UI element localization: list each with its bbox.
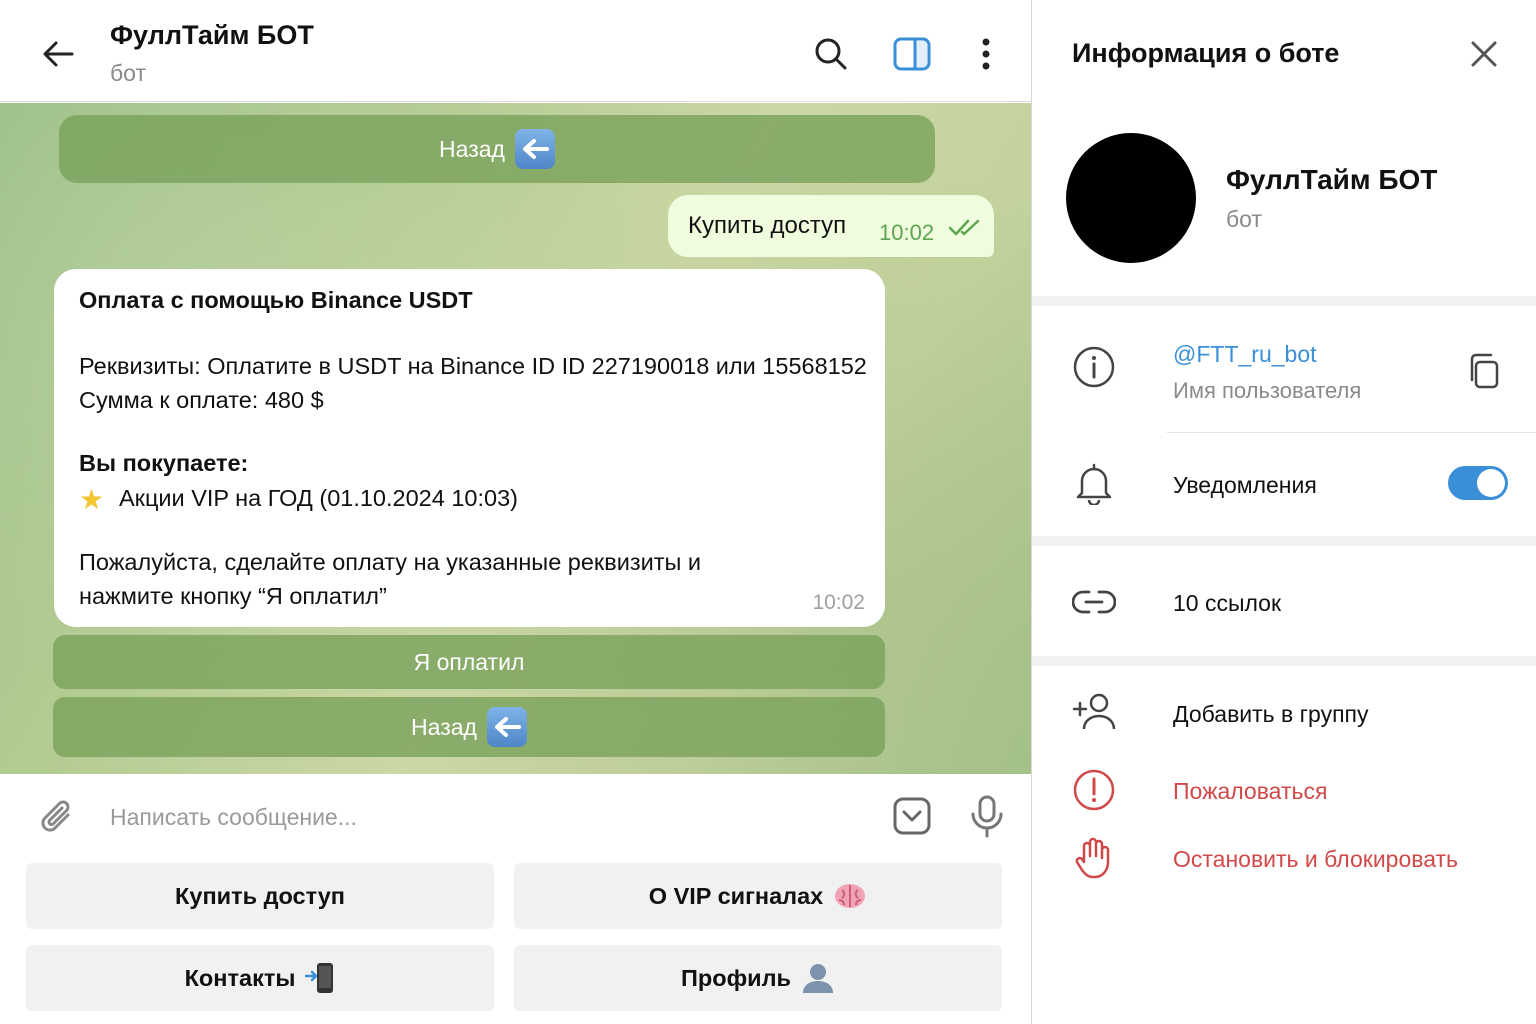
sidebar-toggle-button[interactable] [888,30,936,78]
reply-button-label: Контакты [184,964,296,991]
bot-info-panel: Информация о боте ФуллТайм БОТ бот @FTT_… [1031,0,1536,1024]
arrow-left-emoji-icon [514,129,555,169]
microphone-icon [971,795,1003,838]
inline-button-label: Назад [439,135,505,162]
product-text: Акции VIP на ГОД (01.10.2024 10:03) [119,485,518,511]
user-silhouette-icon [802,964,833,993]
buying-label: Вы покупаете: [79,450,249,476]
avatar[interactable] [1066,133,1196,263]
inline-back-button-top[interactable]: Назад [59,115,935,183]
chat-header: ФуллТайм БОТ бот [0,0,1031,102]
keyboard-toggle-icon [893,797,931,835]
product-line: ★ Акции VIP на ГОД (01.10.2024 10:03) [79,483,518,516]
vip-signals-button[interactable]: О VIP сигналах [514,863,1002,929]
star-icon: ★ [79,484,105,515]
brain-icon [835,884,866,908]
more-vertical-icon [982,38,990,70]
phone-arrow-icon [305,963,334,993]
double-check-icon [948,219,980,236]
note-line-1: Пожалуйста, сделайте оплату на указанные… [79,549,702,575]
row-divider [1167,432,1536,433]
more-button[interactable] [962,30,1010,78]
reply-button-label: Купить доступ [175,882,345,909]
inline-button-label: Назад [411,713,477,740]
outgoing-message-text: Купить доступ [688,212,847,239]
hand-stop-icon [1070,834,1118,882]
report-icon [1070,766,1118,814]
search-icon [815,38,847,70]
bell-icon [1070,459,1118,507]
block-button[interactable]: Остановить и блокировать [1173,846,1458,873]
reply-button-label: О VIP сигналах [648,882,824,909]
close-icon [1471,41,1497,67]
outgoing-message-time: 10:02 [879,220,935,245]
info-icon [1070,343,1118,391]
report-button[interactable]: Пожаловаться [1173,778,1327,805]
copy-button[interactable] [1460,347,1508,395]
inline-back-button[interactable]: Назад [53,697,885,757]
notifications-toggle[interactable] [1448,466,1508,500]
bot-name: ФуллТайм БОТ [1226,164,1438,195]
chat-title[interactable]: ФуллТайм БОТ [110,20,314,51]
notifications-label: Уведомления [1173,472,1317,498]
section-divider [1032,656,1536,666]
reply-button-label: Профиль [681,964,791,991]
payment-amount: Сумма к оплате: 480 $ [79,387,324,413]
inline-button-label: Я оплатил [413,648,525,675]
voice-button[interactable] [963,792,1011,840]
message-input[interactable]: Написать сообщение... [110,804,357,831]
paid-button[interactable]: Я оплатил [53,635,885,689]
links-row[interactable]: 10 ссылок [1173,590,1281,617]
bot-keyboard-button[interactable] [888,792,936,840]
link-icon [1070,578,1118,626]
info-panel-title: Информация о боте [1072,38,1340,68]
payment-details: Реквизиты: Оплатите в USDT на Binance ID… [79,353,867,379]
close-button[interactable] [1460,30,1508,78]
add-to-group-button[interactable]: Добавить в группу [1173,701,1368,728]
chat-messages-area: Назад Купить доступ 10:02 Оплата с помощ… [0,103,1031,774]
section-divider [1032,296,1536,306]
incoming-message[interactable]: Оплата с помощью Binance USDT Реквизиты:… [54,269,885,627]
username-link[interactable]: @FTT_ru_bot [1173,341,1317,368]
reply-keyboard: Купить доступ О VIP сигналах Контакты Пр… [0,858,1031,1024]
username-label: Имя пользователя [1173,378,1362,403]
sidebar-icon [893,37,931,71]
attach-button[interactable] [34,794,82,842]
search-button[interactable] [807,30,855,78]
bot-subtitle: бот [1226,206,1262,232]
profile-button[interactable]: Профиль [514,945,1002,1011]
arrow-left-icon [43,41,74,67]
buy-access-button[interactable]: Купить доступ [26,863,494,929]
chat-subtitle: бот [110,60,146,86]
incoming-message-time: 10:02 [812,591,865,614]
chat-column: ФуллТайм БОТ бот Назад Купить доступ 10:… [0,0,1031,1024]
paperclip-icon [41,800,70,832]
copy-icon [1470,353,1499,389]
section-divider [1032,536,1536,546]
payment-heading: Оплата с помощью Binance USDT [79,287,473,313]
add-user-icon [1070,688,1118,736]
outgoing-message[interactable]: Купить доступ 10:02 [668,195,994,257]
note-line-2: нажмите кнопку “Я оплатил” [79,583,387,609]
message-input-bar: Написать сообщение... [0,774,1031,858]
back-button[interactable] [34,30,82,78]
arrow-left-emoji-icon [486,707,527,747]
contacts-button[interactable]: Контакты [26,945,494,1011]
